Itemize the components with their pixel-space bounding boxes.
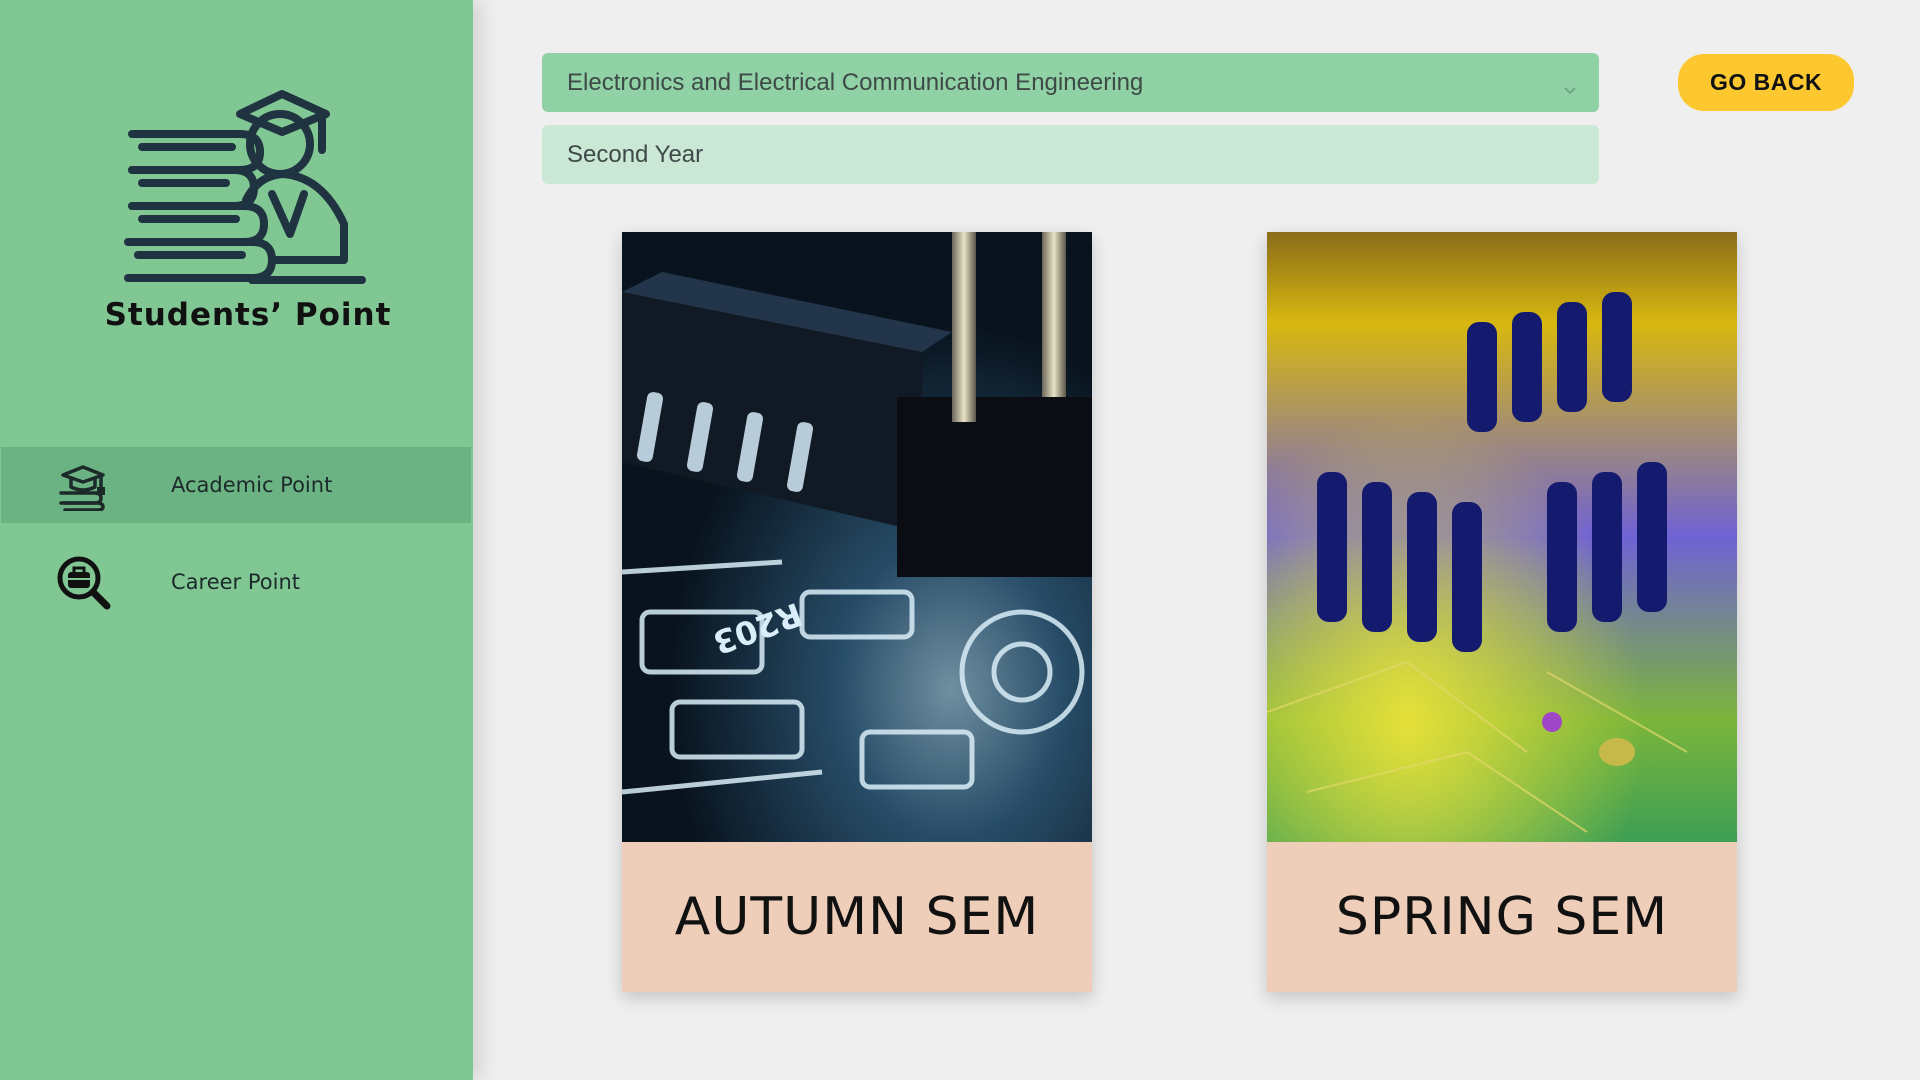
sidebar-item-label: Academic Point xyxy=(171,473,333,497)
sidebar: Students’ Point Academic Point Career Po… xyxy=(0,0,473,1080)
go-back-button[interactable]: GO BACK xyxy=(1678,54,1854,111)
autumn-sem-label: AUTUMN SEM xyxy=(622,842,1092,992)
year-field[interactable]: Second Year xyxy=(542,125,1599,184)
sidebar-item-label: Career Point xyxy=(171,570,300,594)
year-field-value: Second Year xyxy=(567,140,704,168)
department-select[interactable]: Electronics and Electrical Communication… xyxy=(542,53,1599,112)
autumn-sem-card[interactable]: R203 AUTUMN SEM xyxy=(622,232,1092,992)
circuit-board-closeup-photo: R203 xyxy=(622,232,1092,842)
sidebar-item-career-point[interactable]: Career Point xyxy=(1,544,471,620)
briefcase-search-icon xyxy=(55,554,111,610)
sidebar-item-academic-point[interactable]: Academic Point xyxy=(1,447,471,523)
department-select-value: Electronics and Electrical Communication… xyxy=(567,68,1144,96)
brand-title: Students’ Point xyxy=(104,297,392,333)
graduate-books-icon xyxy=(55,457,111,513)
colorful-chip-socket-photo xyxy=(1267,232,1737,842)
spring-sem-card[interactable]: SPRING SEM xyxy=(1267,232,1737,992)
spring-sem-label: SPRING SEM xyxy=(1267,842,1737,992)
students-point-logo-icon xyxy=(122,84,372,284)
chevron-down-icon xyxy=(1563,75,1577,103)
